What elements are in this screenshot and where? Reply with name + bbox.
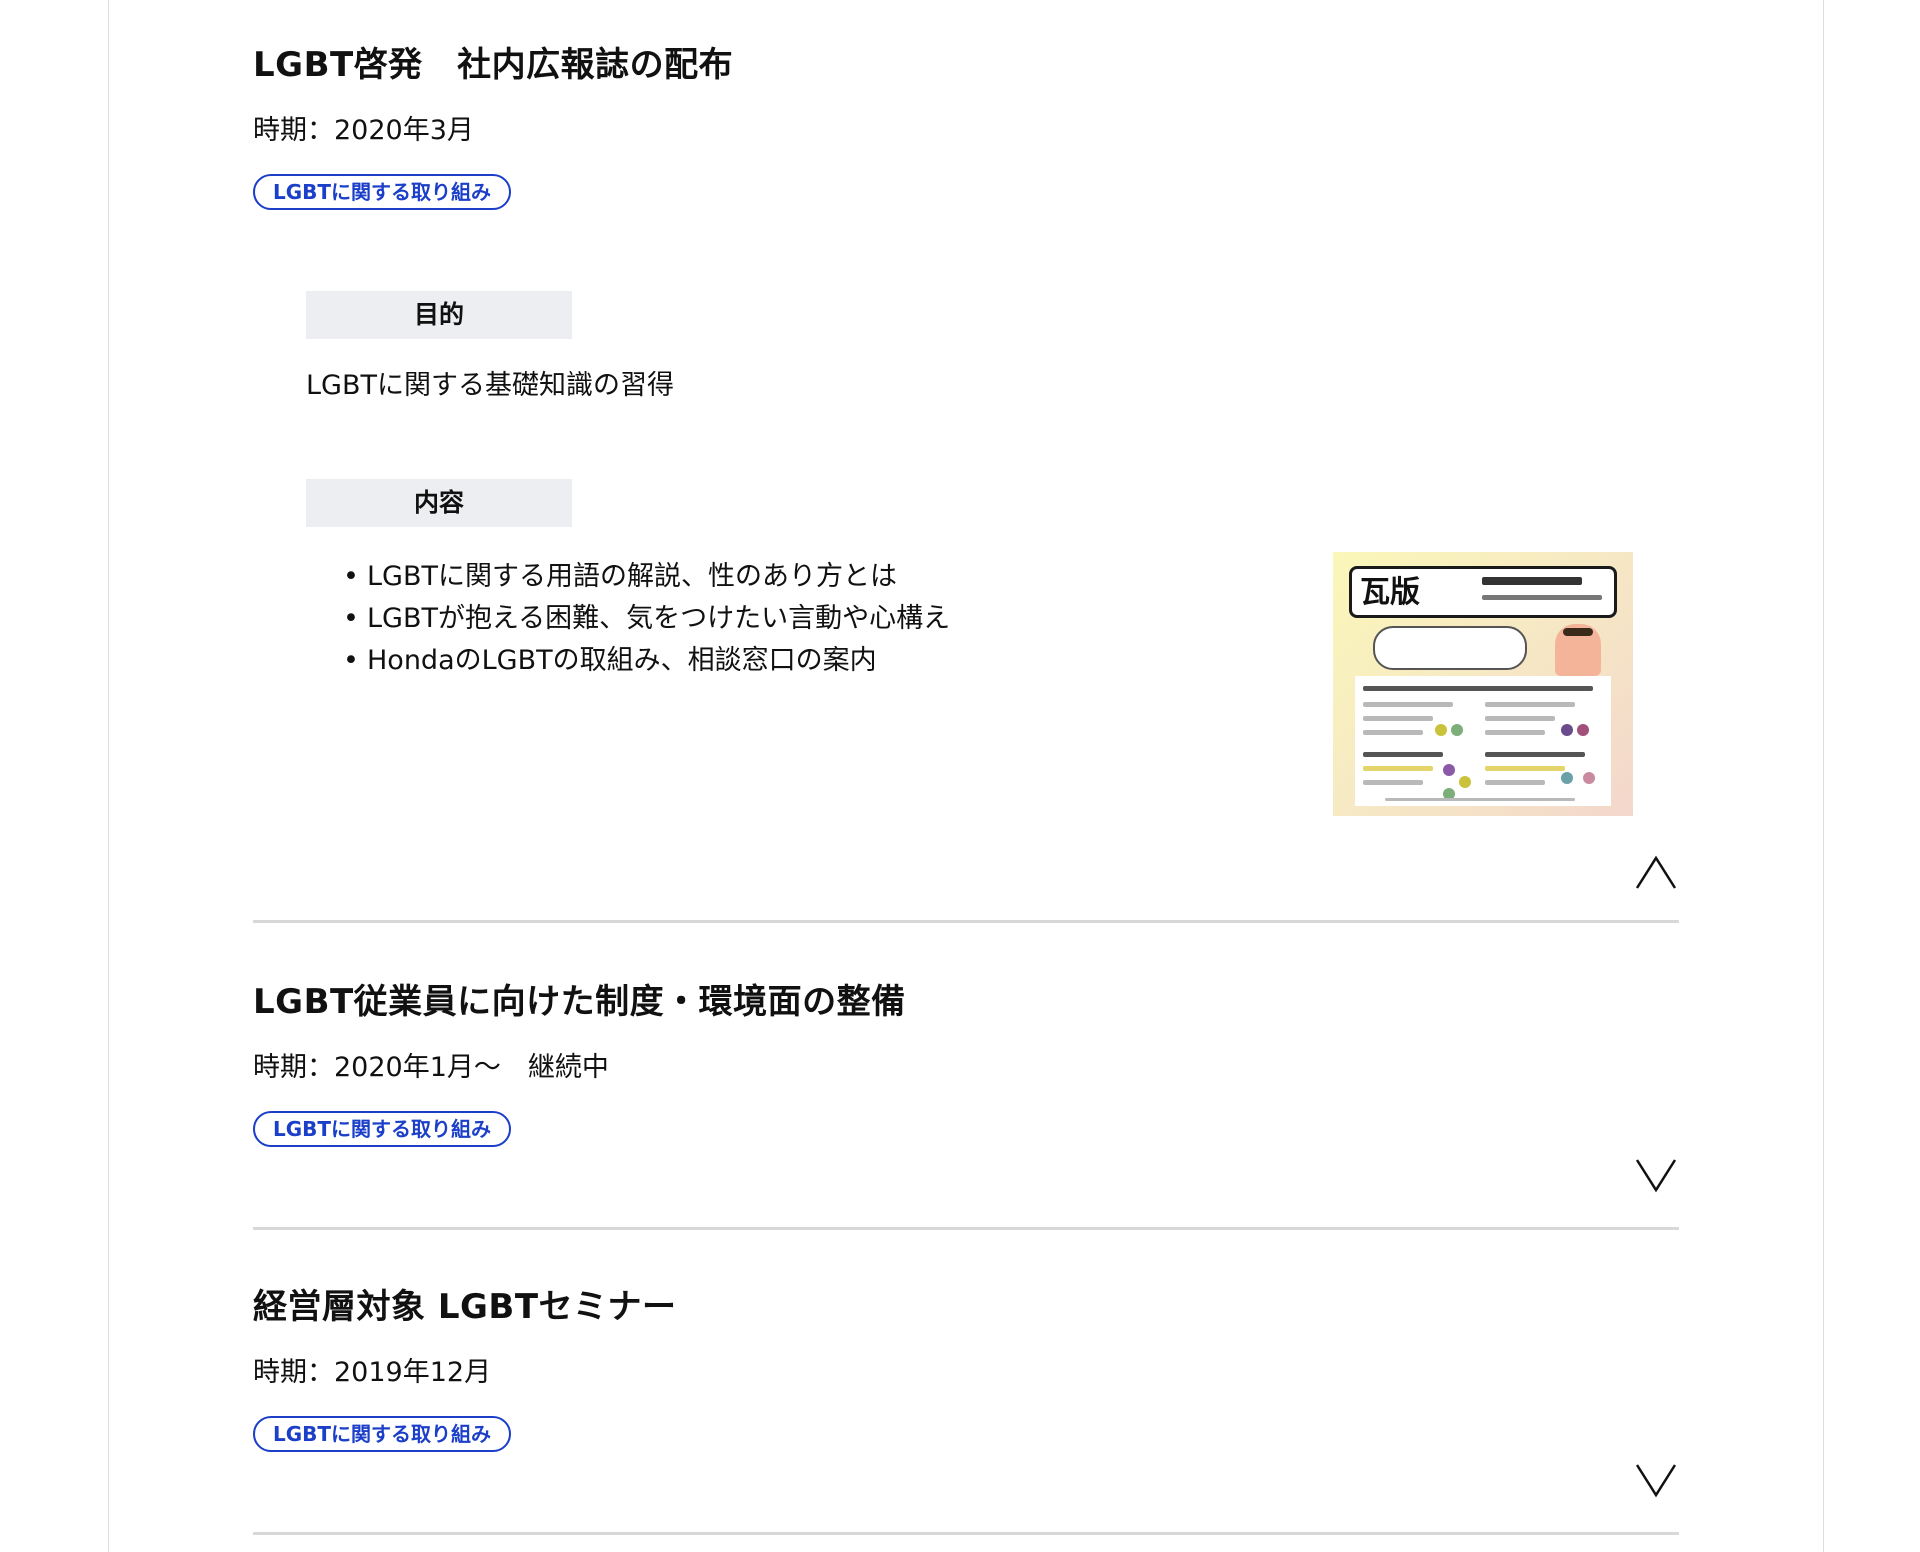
entry-divider [253,920,1679,923]
list-item: LGBTが抱える困難、気をつけたい言動や心構え [343,598,950,640]
category-tag[interactable]: LGBTに関する取り組み [253,1111,512,1147]
entry-period: 時期：2020年3月 [253,115,474,146]
thumbnail-dot [1583,772,1595,784]
thumbnail-dot [1561,724,1573,736]
thumbnail-speech-bubble [1373,626,1527,670]
entry-divider [253,1227,1679,1230]
thumbnail-line [1363,686,1593,691]
entry-divider [253,1532,1679,1535]
thumbnail-line [1363,716,1433,721]
newsletter-thumbnail[interactable]: 瓦版 [1333,552,1633,816]
thumbnail-line [1363,766,1433,771]
thumbnail-person-illustration [1555,624,1601,676]
thumbnail-dot [1443,764,1455,776]
entry-period: 時期：2019年12月 [253,1357,492,1388]
purpose-label: 目的 [306,291,572,339]
chevron-down-icon [1635,1464,1677,1498]
category-tag[interactable]: LGBTに関する取り組み [253,174,512,210]
thumbnail-header: 瓦版 [1349,566,1617,618]
entry-period: 時期：2020年1月〜 継続中 [253,1052,609,1083]
collapse-toggle[interactable] [1633,852,1679,892]
expand-toggle[interactable] [1633,1156,1679,1196]
thumbnail-heading-line [1482,595,1602,600]
thumbnail-dot [1577,724,1589,736]
thumbnail-dot [1459,776,1471,788]
chevron-up-icon [1635,855,1677,889]
thumbnail-line [1363,702,1453,707]
chevron-down-icon [1635,1159,1677,1193]
thumbnail-line [1363,730,1423,735]
thumbnail-line [1485,702,1575,707]
thumbnail-panel [1355,676,1611,806]
entry-title: LGBT啓発 社内広報誌の配布 [253,45,734,85]
list-item: HondaのLGBTの取組み、相談窓口の案内 [343,640,950,682]
thumbnail-dot [1451,724,1463,736]
entry-title: 経営層対象 LGBTセミナー [253,1287,677,1327]
thumbnail-line [1485,752,1585,757]
thumbnail-line [1485,716,1555,721]
thumbnail-heading: 瓦版 [1360,575,1420,610]
thumbnail-dot [1435,724,1447,736]
content-label: 内容 [306,479,572,527]
entry-title: LGBT従業員に向けた制度・環境面の整備 [253,982,906,1022]
thumbnail-line [1363,780,1423,785]
thumbnail-dot [1561,772,1573,784]
expand-toggle[interactable] [1633,1461,1679,1501]
thumbnail-line [1363,752,1443,757]
purpose-text: LGBTに関する基礎知識の習得 [306,370,674,401]
category-tag[interactable]: LGBTに関する取り組み [253,1416,512,1452]
thumbnail-line [1385,798,1575,801]
thumbnail-line [1485,730,1545,735]
content-list: LGBTに関する用語の解説、性のあり方とは LGBTが抱える困難、気をつけたい言… [343,556,950,682]
thumbnail-line [1485,780,1545,785]
thumbnail-heading-line [1482,577,1582,585]
thumbnail-line [1485,766,1565,771]
list-item: LGBTに関する用語の解説、性のあり方とは [343,556,950,598]
